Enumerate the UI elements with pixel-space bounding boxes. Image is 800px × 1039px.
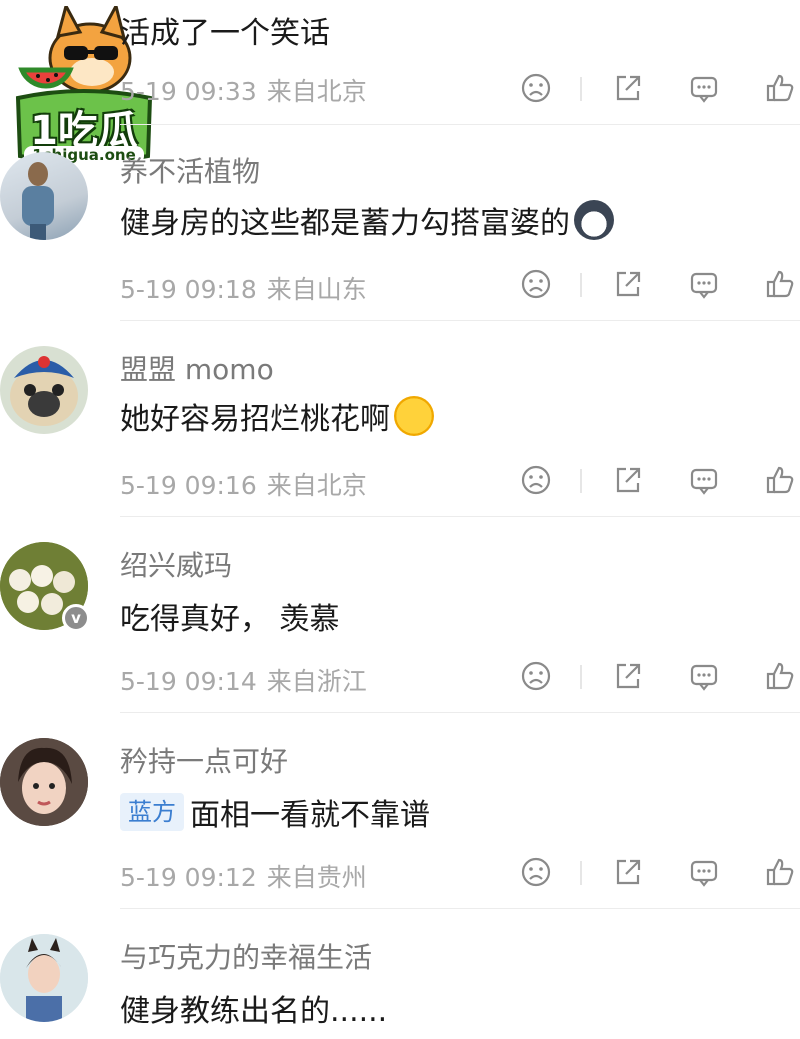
comment-actions — [516, 852, 800, 892]
comment-time: 5-19 09:33 — [120, 77, 257, 106]
comment-location: 来自山东 — [266, 275, 367, 304]
comment-location: 来自北京 — [266, 77, 367, 106]
comment-button[interactable] — [684, 460, 724, 500]
comment-icon — [690, 76, 718, 103]
like-button[interactable] — [760, 264, 800, 304]
comment-meta: 5-19 09:33 来自北京 — [120, 72, 367, 108]
share-icon — [616, 859, 641, 885]
comment-text: 健身房的这些都是蓄力勾搭富婆的 — [120, 198, 614, 242]
comment-location: 来自北京 — [266, 471, 367, 500]
frown-face-icon — [521, 269, 551, 299]
avatar[interactable] — [0, 346, 88, 434]
divider — [120, 908, 800, 909]
divider — [120, 320, 800, 321]
frown-face-icon — [521, 661, 551, 691]
comment-icon — [690, 468, 718, 495]
laughing-crying-emoji — [394, 396, 434, 436]
dislike-button[interactable] — [516, 852, 556, 892]
comment-location: 来自贵州 — [266, 863, 367, 892]
like-button[interactable] — [760, 68, 800, 108]
verified-badge-icon: v — [62, 604, 90, 632]
husky-face-emoji — [574, 200, 614, 240]
comment-body: 她好容易招烂桃花啊 — [120, 402, 390, 437]
thumbs-up-icon — [766, 858, 794, 886]
comment-actions — [516, 460, 800, 500]
comment-meta: 5-19 09:18 来自山东 — [120, 270, 367, 306]
action-separator — [580, 665, 582, 689]
share-button[interactable] — [608, 460, 648, 500]
share-icon — [616, 75, 641, 101]
comment-text: 蓝方 面相一看就不靠谱 — [120, 790, 430, 834]
comment-icon — [690, 272, 718, 299]
comment-button[interactable] — [684, 656, 724, 696]
like-button[interactable] — [760, 460, 800, 500]
divider — [120, 712, 800, 713]
username[interactable]: 养不活植物 — [120, 150, 260, 190]
comment-text: 活成了一个笑话 — [120, 16, 330, 51]
divider — [120, 516, 800, 517]
comment-text: 吃得真好， 羡慕 — [120, 602, 340, 637]
like-button[interactable] — [760, 852, 800, 892]
frown-face-icon — [521, 465, 551, 495]
frown-face-icon — [521, 73, 551, 103]
comment-button[interactable] — [684, 68, 724, 108]
comment-time: 5-19 09:16 — [120, 471, 257, 500]
username[interactable]: 矜持一点可好 — [120, 740, 288, 780]
action-separator — [580, 273, 582, 297]
comment-time: 5-19 09:12 — [120, 863, 257, 892]
username[interactable]: 绍兴威玛 — [120, 544, 232, 584]
share-button[interactable] — [608, 852, 648, 892]
username[interactable]: 与巧克力的幸福生活 — [120, 936, 372, 976]
action-separator — [580, 469, 582, 493]
comment-meta: 5-19 09:16 来自北京 — [120, 466, 367, 502]
thumbs-up-icon — [766, 662, 794, 690]
comment-meta: 5-19 09:12 来自贵州 — [120, 858, 367, 894]
comment-body: 面相一看就不靠谱 — [190, 798, 430, 833]
comment-button[interactable] — [684, 852, 724, 892]
frown-face-icon — [521, 857, 551, 887]
share-icon — [616, 271, 641, 297]
side-tag-badge: 蓝方 — [120, 793, 184, 831]
thumbs-up-icon — [766, 466, 794, 494]
comment-icon — [690, 860, 718, 887]
thumbs-up-icon — [766, 270, 794, 298]
dislike-button[interactable] — [516, 460, 556, 500]
dislike-button[interactable] — [516, 264, 556, 304]
share-button[interactable] — [608, 68, 648, 108]
comment-actions — [516, 656, 800, 696]
comment-icon — [690, 664, 718, 691]
comment-time: 5-19 09:18 — [120, 275, 257, 304]
comment-actions — [516, 264, 800, 304]
comment-text: 健身教练出名的...... — [120, 994, 388, 1029]
share-icon — [616, 663, 641, 689]
comment-text: 她好容易招烂桃花啊 — [120, 394, 434, 438]
avatar[interactable] — [0, 152, 88, 240]
comment-actions — [516, 68, 800, 108]
dislike-button[interactable] — [516, 656, 556, 696]
avatar[interactable] — [0, 738, 88, 826]
share-button[interactable] — [608, 656, 648, 696]
comment-location: 来自浙江 — [266, 667, 367, 696]
share-icon — [616, 467, 641, 493]
comment-meta: 5-19 09:14 来自浙江 — [120, 662, 367, 698]
action-separator — [580, 861, 582, 885]
action-separator — [580, 77, 582, 101]
divider — [120, 124, 800, 125]
avatar[interactable] — [0, 934, 88, 1022]
username[interactable]: 盟盟 momo — [120, 348, 274, 388]
comment-body: 健身房的这些都是蓄力勾搭富婆的 — [120, 206, 570, 241]
like-button[interactable] — [760, 656, 800, 696]
dislike-button[interactable] — [516, 68, 556, 108]
thumbs-up-icon — [766, 74, 794, 102]
comment-time: 5-19 09:14 — [120, 667, 257, 696]
share-button[interactable] — [608, 264, 648, 304]
comment-button[interactable] — [684, 264, 724, 304]
